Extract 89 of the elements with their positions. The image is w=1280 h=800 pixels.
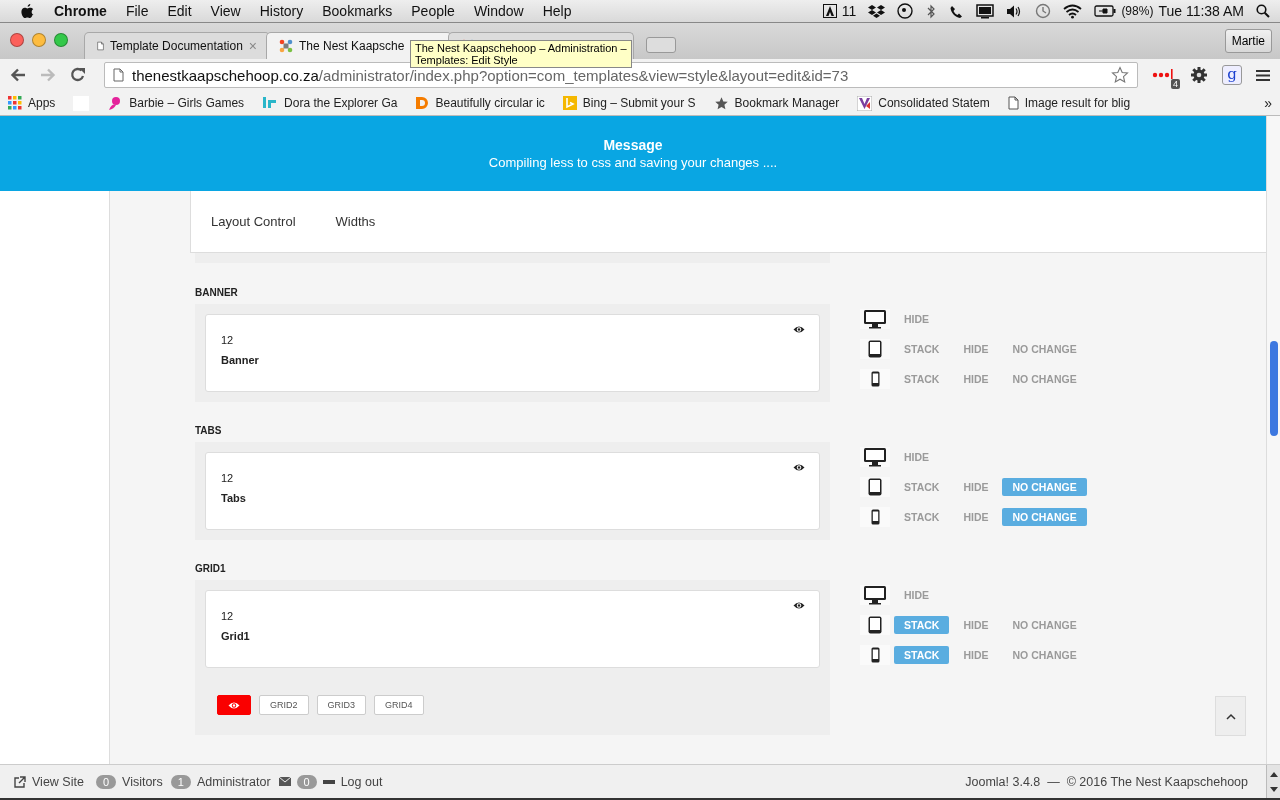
update-count: 11 [841, 3, 857, 19]
apple-icon[interactable] [20, 2, 35, 20]
position-name: Grid1 [221, 630, 251, 642]
display-icon[interactable] [976, 3, 995, 19]
wifi-icon[interactable] [1063, 3, 1083, 19]
grid-button[interactable]: GRID2 [259, 695, 309, 715]
count-badge: 0 [95, 774, 116, 789]
monitor-icon [863, 585, 887, 605]
copyright-text: Joomla! 3.4.8 — © 2016 The Nest Kaapschehoop [965, 774, 1248, 789]
visibility-button[interactable] [217, 695, 251, 715]
count-badge: 1 [170, 774, 191, 789]
clock-icon[interactable] [1035, 3, 1052, 19]
app-menu[interactable]: Chrome [54, 3, 107, 19]
monitor-icon [863, 309, 887, 329]
mail-icon[interactable] [278, 777, 291, 786]
minus-icon [322, 779, 335, 784]
menu-item[interactable]: File [125, 3, 149, 19]
menu-item[interactable]: Bookmarks [322, 3, 393, 19]
message-title: Message [603, 137, 663, 153]
phone-icon[interactable] [949, 3, 965, 19]
bookmark[interactable]: Apps [8, 96, 56, 110]
menu-item[interactable]: Window [473, 3, 524, 19]
chevron-up-icon [1225, 712, 1236, 720]
dropbox-icon[interactable] [868, 3, 886, 19]
bookmark[interactable]: Barbie – Girls Games [107, 95, 245, 111]
section-heading: TABS [195, 424, 223, 437]
site-icon [415, 96, 430, 110]
administrators-label: Administrator [196, 774, 271, 789]
section-heading: BANNER [195, 286, 239, 299]
extension-badge: 4 [1171, 79, 1180, 89]
battery-percent: (98%) [1121, 4, 1154, 18]
joomla-icon [279, 39, 293, 53]
eye-icon[interactable] [793, 463, 805, 472]
menu-item[interactable]: People [411, 3, 455, 19]
search-icon[interactable] [1256, 4, 1270, 18]
site-icon [262, 96, 279, 110]
bookmark-star-icon[interactable] [1111, 66, 1129, 84]
eye-icon[interactable] [793, 325, 805, 334]
more-bookmarks-button[interactable]: » [1264, 95, 1272, 111]
message-text: Compiling less to css and saving your changes .... [488, 155, 778, 170]
column-width: 12 [221, 334, 235, 346]
clock[interactable]: Tue 11:38 AM [1158, 3, 1244, 19]
page-icon [97, 39, 105, 53]
reload-icon[interactable] [70, 67, 86, 83]
bookmark[interactable]: Bookmark Manager [713, 95, 840, 111]
menu-icon[interactable] [1256, 68, 1270, 82]
external-link-icon [14, 775, 26, 788]
monitor-icon [863, 447, 887, 467]
zoom-window-button[interactable] [54, 33, 68, 47]
logout-link[interactable]: Log out [340, 774, 383, 789]
scrollbar[interactable] [1266, 116, 1280, 764]
bookmark[interactable]: Image result for blig [1007, 96, 1131, 110]
eye-icon[interactable] [793, 601, 805, 610]
visitors-label: Visitors [122, 774, 163, 789]
bookmark[interactable]: Consolidated Statem [857, 95, 990, 111]
menu-item[interactable]: History [259, 3, 304, 19]
section-heading: GRID1 [195, 562, 227, 575]
position-name: Tabs [221, 492, 247, 504]
menu-item[interactable]: Edit [167, 3, 192, 19]
grid-button[interactable]: GRID4 [374, 695, 424, 715]
layout-tab[interactable]: Layout Control [211, 214, 296, 229]
site-icon [562, 96, 577, 110]
settings-icon[interactable] [1190, 66, 1208, 84]
eye-icon [228, 700, 240, 710]
bookmark[interactable]: Dora the Explorer Ga [262, 96, 398, 110]
scroll-arrows[interactable] [1266, 765, 1280, 798]
back-icon[interactable] [10, 68, 26, 82]
bookmark[interactable]: Bing – Submit your S [562, 96, 696, 110]
position-name: Banner [221, 354, 260, 366]
bookmark[interactable]: Beautifully circular ic [415, 96, 545, 110]
profile-button[interactable]: Martie [1224, 29, 1272, 53]
page-icon [1007, 96, 1019, 110]
view-site-link[interactable]: View Site [32, 774, 84, 789]
apps-grid-icon [8, 96, 22, 110]
google-extension-button[interactable]: g [1222, 65, 1242, 85]
adobe-icon[interactable] [822, 4, 837, 18]
column-width: 12 [221, 610, 235, 622]
menu-item[interactable]: Help [542, 3, 572, 19]
grid-button[interactable]: GRID3 [316, 695, 367, 715]
menu-item[interactable]: View [210, 3, 241, 19]
site-icon [857, 95, 873, 111]
star-icon [713, 95, 729, 111]
page-icon [113, 68, 124, 82]
battery-icon[interactable] [1094, 5, 1117, 17]
layout-tab[interactable]: Widths [335, 214, 376, 229]
tab-tooltip: The Nest Kaapschehoop – Administration – Templates: Edit Style [410, 40, 632, 68]
count-badge: 0 [296, 774, 317, 789]
close-window-button[interactable] [10, 33, 24, 47]
column-width: 12 [221, 472, 235, 484]
